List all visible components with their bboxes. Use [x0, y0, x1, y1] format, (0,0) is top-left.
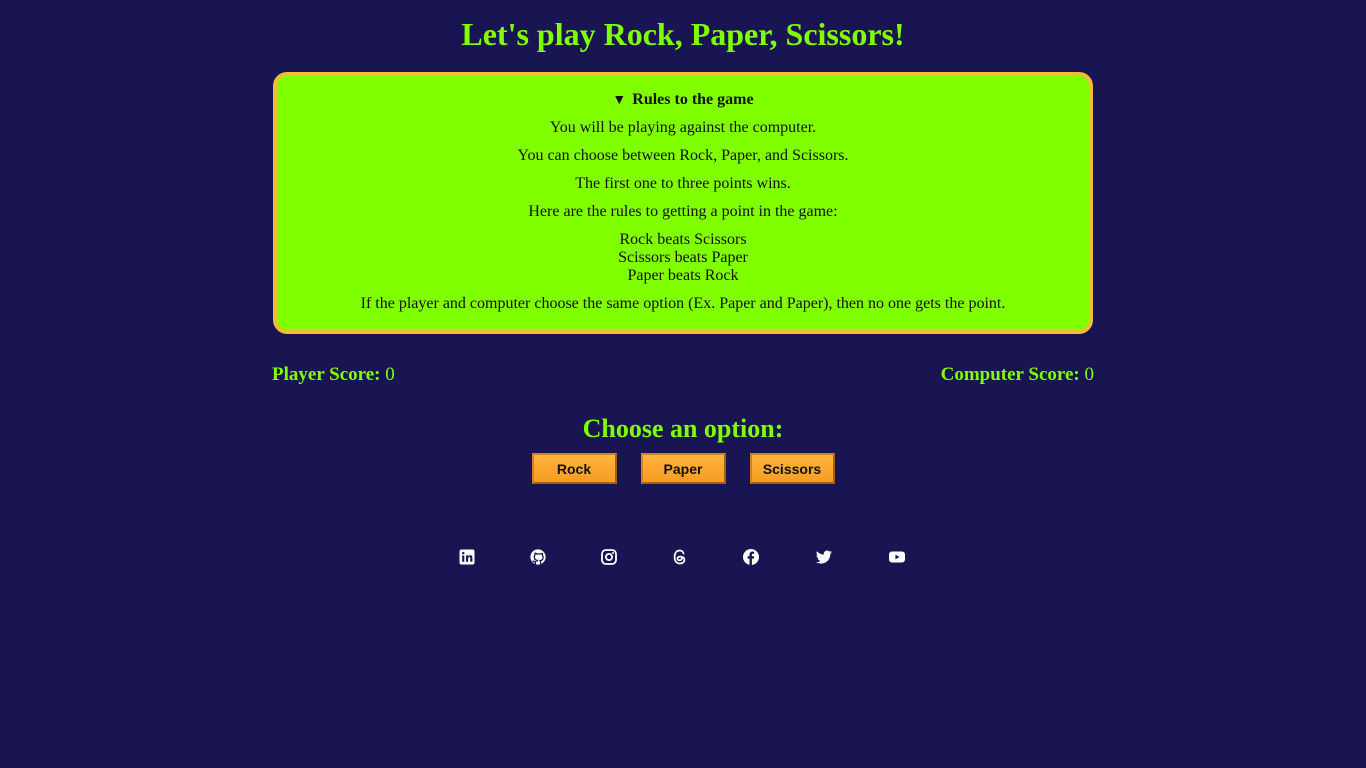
- computer-score: Computer Score: 0: [941, 364, 1094, 386]
- scissors-button[interactable]: Scissors: [749, 453, 835, 484]
- player-score-label: Player Score:: [272, 364, 381, 385]
- paper-button[interactable]: Paper: [640, 453, 726, 484]
- rule-line: You will be playing against the computer…: [549, 119, 817, 136]
- player-score: Player Score: 0: [272, 364, 395, 386]
- computer-score-label: Computer Score:: [940, 364, 1080, 385]
- social-links: [0, 548, 1366, 566]
- page-title: Let's play Rock, Paper, Scissors!: [461, 16, 905, 52]
- triangle-down-icon: ▼: [612, 93, 627, 108]
- threads-icon[interactable]: [671, 548, 689, 566]
- player-score-value: 0: [385, 364, 395, 385]
- rule-line: You can choose between Rock, Paper, and …: [517, 147, 849, 164]
- linkedin-icon[interactable]: [458, 548, 476, 566]
- rules-panel: ▼ Rules to the game You will be playing a…: [273, 72, 1093, 334]
- rules-toggle[interactable]: ▼ Rules to the game: [277, 90, 1089, 111]
- facebook-icon[interactable]: [742, 548, 760, 566]
- choose-title: Choose an option:: [582, 414, 784, 443]
- computer-score-value: 0: [1084, 364, 1095, 385]
- github-icon[interactable]: [529, 548, 547, 566]
- twitter-icon[interactable]: [815, 548, 833, 566]
- youtube-icon[interactable]: [888, 548, 906, 566]
- instagram-icon[interactable]: [600, 548, 618, 566]
- rule-line: Rock beats Scissors: [619, 231, 747, 248]
- rules-summary-label: Rules to the game: [632, 91, 754, 108]
- rule-line: Paper beats Rock: [627, 267, 739, 284]
- option-buttons: Rock Paper Scissors: [0, 453, 1366, 484]
- rule-line: The first one to three points wins.: [575, 175, 791, 192]
- rule-line: Scissors beats Paper: [618, 249, 748, 266]
- rule-line: If the player and computer choose the sa…: [360, 295, 1006, 312]
- rock-button[interactable]: Rock: [531, 453, 617, 484]
- rule-line: Here are the rules to getting a point in…: [528, 203, 838, 220]
